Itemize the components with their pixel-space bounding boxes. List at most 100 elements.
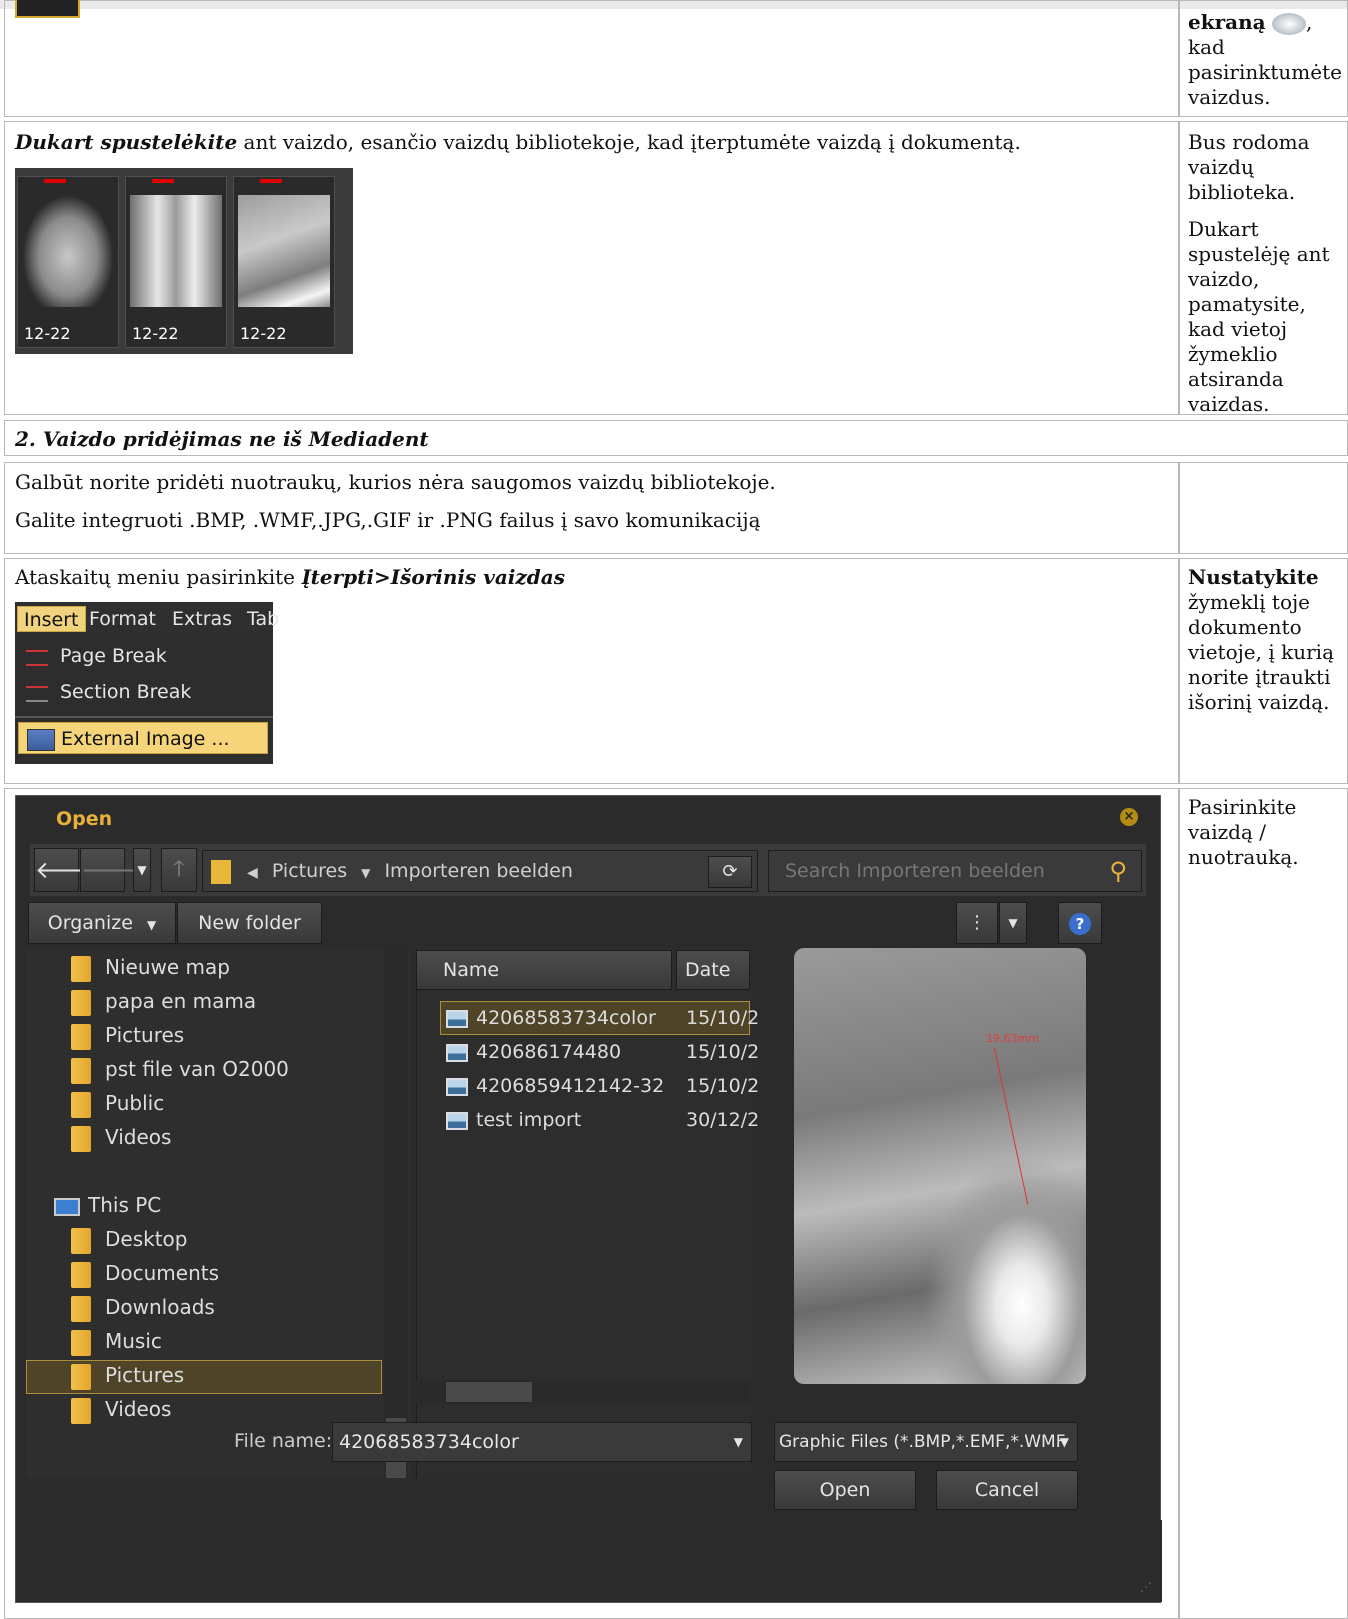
file-row[interactable]: test import 30/12/2 — [446, 1103, 759, 1137]
image-file-icon — [446, 1077, 468, 1096]
tree-item-downloads[interactable]: Downloads — [71, 1290, 215, 1324]
pictures-icon — [71, 1363, 91, 1390]
thumbnail-marker — [260, 179, 282, 183]
file-row[interactable]: 4206859412142-32 15/10/2 — [446, 1069, 759, 1103]
tree-item-public[interactable]: Public — [71, 1086, 164, 1120]
column-header-date[interactable]: Date — [676, 950, 750, 990]
column-header-name[interactable]: Name — [416, 950, 672, 990]
file-name: 4206859412142-32 — [476, 1075, 665, 1097]
tree-label: Videos — [105, 1125, 172, 1149]
tree-label: This PC — [88, 1193, 162, 1217]
search-input[interactable]: Search Importeren beelden ⚲ — [768, 850, 1142, 892]
tree-item-desktop[interactable]: Desktop — [71, 1222, 187, 1256]
tree-item-videos[interactable]: Videos — [71, 1120, 171, 1154]
up-button[interactable]: 🡑 — [161, 848, 197, 892]
file-row[interactable]: 420686174480 15/10/2 — [446, 1035, 759, 1069]
intro-line-1: Galbūt norite pridėti nuotraukų, kurios … — [15, 470, 776, 494]
tree-label: Desktop — [105, 1227, 188, 1251]
file-date: 15/10/2 — [686, 1007, 760, 1029]
tree-label: Documents — [105, 1261, 220, 1285]
menu-right-rest: žymeklį toje dokumento vietoje, į kurią … — [1188, 590, 1334, 714]
image-file-icon — [446, 1111, 468, 1130]
tree-item-this-pc[interactable]: This PC — [54, 1188, 161, 1222]
path-importeren[interactable]: Importeren beelden — [384, 860, 572, 882]
tree-item-music[interactable]: Music — [71, 1324, 162, 1358]
column-name-label: Name — [443, 959, 500, 981]
section-heading: 2. Vaizdo pridėjimas ne iš Mediadent — [15, 427, 429, 451]
path-pictures[interactable]: Pictures — [272, 860, 347, 882]
folder-icon — [71, 989, 91, 1016]
xray-image — [22, 195, 114, 307]
xray-preview: 19,63mm — [794, 948, 1086, 1384]
menu-format[interactable]: Format — [83, 606, 162, 632]
tree-label: pst file van O2000 — [105, 1057, 289, 1081]
resize-grip-icon[interactable]: ⋰ — [1140, 1580, 1152, 1594]
hscrollbar-thumb[interactable] — [446, 1382, 532, 1402]
help-button[interactable]: ? — [1058, 902, 1102, 944]
tree-item-pictures[interactable]: Pictures — [71, 1018, 184, 1052]
view-icon[interactable]: ⋮ — [956, 902, 998, 944]
close-icon[interactable]: × — [1120, 808, 1138, 826]
file-hscrollbar[interactable] — [416, 1380, 750, 1404]
folder-icon — [71, 1091, 91, 1118]
menu-right-text: Nustatykite žymeklį toje dokumento vieto… — [1188, 565, 1343, 715]
menu-insert[interactable]: Insert — [17, 606, 86, 632]
menu-divider — [15, 716, 273, 718]
recent-dropdown[interactable]: ▼ — [133, 848, 151, 892]
thumbnail[interactable]: 12-22 — [125, 176, 227, 348]
folder-icon — [211, 859, 231, 884]
tree-item-videos-pc[interactable]: Videos — [71, 1392, 171, 1426]
section-break-icon — [26, 686, 48, 702]
chevron-down-icon[interactable]: ▼ — [361, 866, 370, 880]
file-name: 42068583734color — [476, 1007, 656, 1029]
new-folder-button[interactable]: New folder — [177, 902, 322, 944]
cancel-button[interactable]: Cancel — [936, 1470, 1078, 1510]
tree-label: Pictures — [105, 1023, 185, 1047]
tree-item-documents[interactable]: Documents — [71, 1256, 219, 1290]
filename-input[interactable]: 42068583734color ▼ — [332, 1422, 752, 1462]
tree-scrollbar[interactable] — [384, 948, 408, 1478]
back-button[interactable]: 🡐 — [34, 848, 99, 892]
xray-image — [130, 195, 222, 307]
image-file-icon — [446, 1009, 468, 1028]
image-library-thumbnails: 12-22 12-22 12-22 — [15, 168, 353, 354]
thumbnail[interactable]: 12-22 — [17, 176, 119, 348]
file-date: 30/12/2 — [686, 1109, 760, 1131]
organize-label: Organize — [47, 912, 133, 934]
folder-icon — [71, 955, 91, 982]
folder-icon — [71, 1023, 91, 1050]
tree-item-pst-file[interactable]: pst file van O2000 — [71, 1052, 289, 1086]
table-cell-intro-right — [1178, 462, 1348, 554]
chevron-down-icon[interactable]: ▼ — [734, 1423, 743, 1461]
tree-item-papa-en-mama[interactable]: papa en mama — [71, 984, 256, 1018]
page-break-icon — [26, 650, 48, 666]
screen-icon — [1271, 12, 1306, 35]
music-icon — [71, 1329, 91, 1356]
tree-label: Public — [105, 1091, 165, 1115]
thumbnail[interactable]: 12-22 — [233, 176, 335, 348]
menu-extras[interactable]: Extras — [166, 606, 238, 632]
search-icon[interactable]: ⚲ — [1109, 851, 1127, 891]
file-type-select[interactable]: Graphic Files (*.BMP,*.EMF,*.WMF ▼ — [774, 1422, 1078, 1462]
dialog-footer — [16, 1520, 1162, 1602]
downloads-icon — [71, 1295, 91, 1322]
thumbnail-label: 12-22 — [132, 324, 179, 343]
tree-item-pictures-pc[interactable]: Pictures — [71, 1358, 184, 1392]
menu-item-page-break[interactable]: Page Break — [18, 640, 268, 672]
file-row[interactable]: 42068583734color 15/10/2 — [446, 1001, 759, 1035]
chevron-down-icon: ▼ — [146, 918, 157, 932]
chevron-left-icon: ◀ — [247, 865, 258, 881]
address-bar[interactable]: ◀ Pictures ▼ Importeren beelden — [202, 850, 758, 892]
menu-item-external-image[interactable]: External Image ... — [18, 722, 268, 754]
filename-value: 42068583734color — [339, 1431, 519, 1453]
view-dropdown-icon[interactable]: ▼ — [999, 902, 1027, 944]
open-button[interactable]: Open — [774, 1470, 916, 1510]
menu-item-section-break[interactable]: Section Break — [18, 676, 268, 708]
forward-button[interactable]: 🡒 — [80, 848, 145, 892]
tree-label: Downloads — [105, 1295, 215, 1319]
tree-item-nieuwe-map[interactable]: Nieuwe map — [71, 950, 230, 984]
menu-tab[interactable]: Tab — [241, 606, 285, 632]
organize-button[interactable]: Organize ▼ — [28, 902, 176, 944]
refresh-icon[interactable]: ⟳ — [708, 856, 752, 888]
top-right-bold: ekraną — [1188, 10, 1266, 34]
